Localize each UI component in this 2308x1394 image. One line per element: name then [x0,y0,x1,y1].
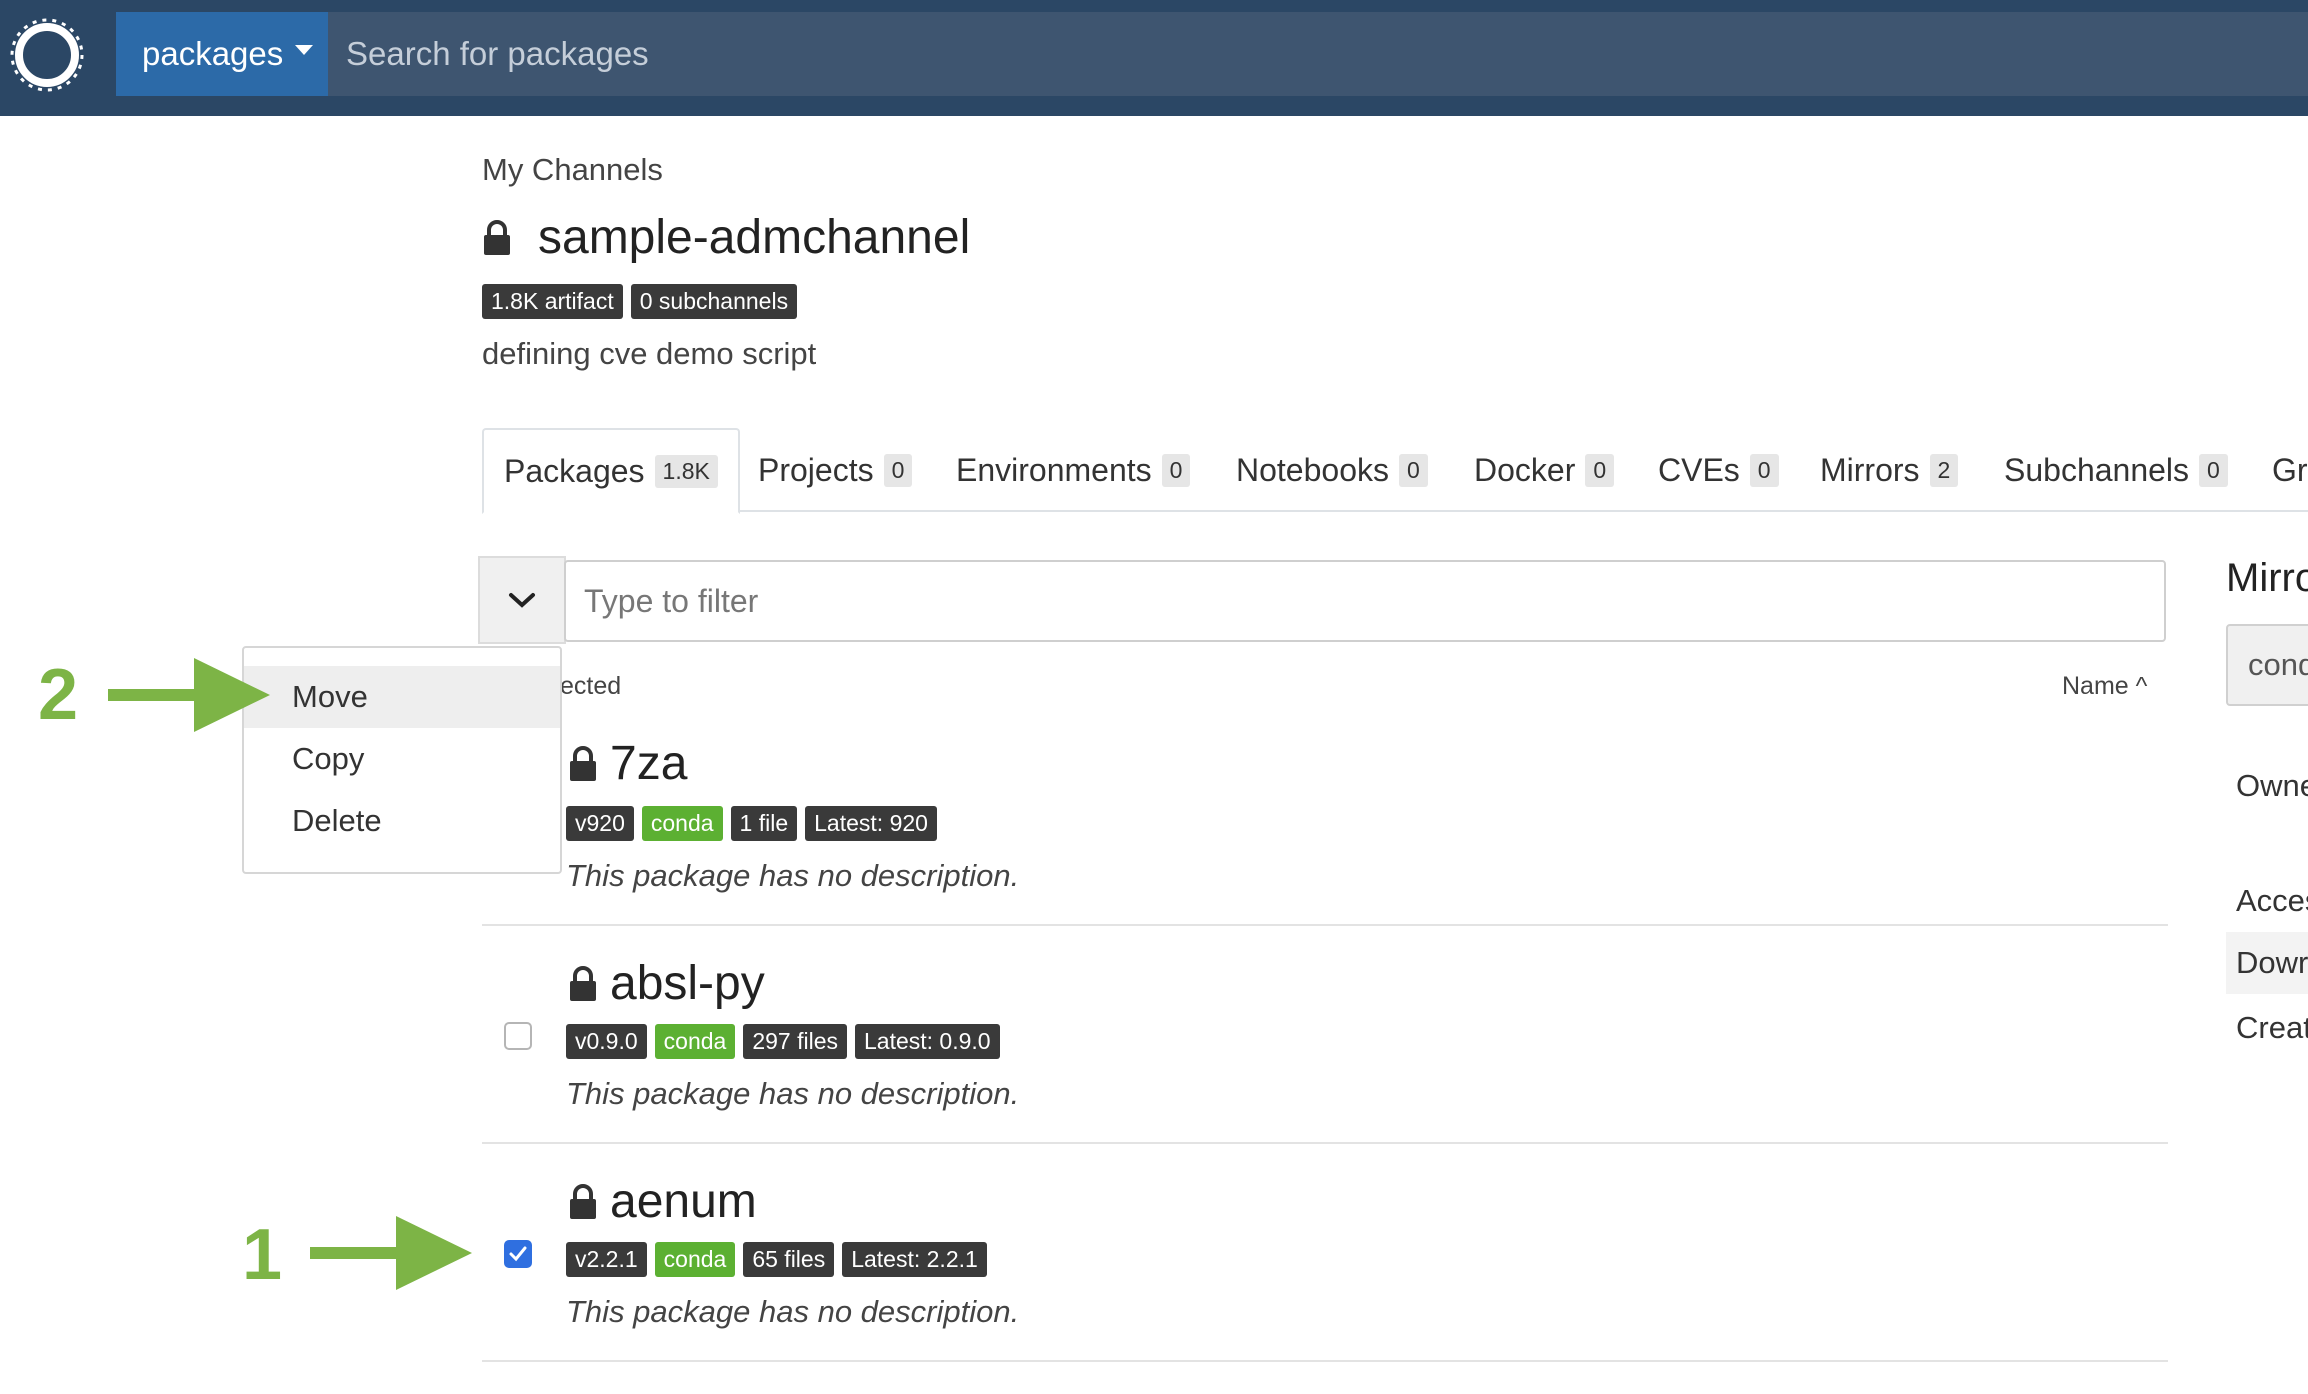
version-badge: v0.9.0 [566,1024,647,1059]
filter-input[interactable]: Type to filter [564,560,2166,642]
caret-down-icon [295,45,314,55]
package-title[interactable]: 7za [568,736,687,791]
tab-label: Notebooks [1236,451,1389,488]
latest-version-badge: Latest: 920 [805,806,937,841]
tab-label: Packages [504,452,645,489]
package-title[interactable]: aenum [568,1174,757,1229]
access-row-label: Acces [2236,883,2308,918]
packages-dropdown-label: packages [142,35,284,72]
package-checkbox-checked[interactable] [504,1240,532,1268]
tab-label: CVEs [1658,451,1740,488]
owner-row-label: Owne [2236,768,2308,803]
package-name: 7za [610,737,688,790]
channel-name: sample-admchannel [538,211,971,264]
step-1-label: 1 [242,1215,283,1295]
menu-item-copy[interactable]: Copy [244,728,560,790]
package-row: aenum v2.2.1 conda 65 files Latest: 2.2.… [482,1144,2168,1362]
tab-groups[interactable]: Gr [2272,428,2308,512]
tab-environments[interactable]: Environments 0 [956,428,1191,512]
chevron-down-icon [509,593,535,608]
bulk-actions-toggle-button[interactable] [478,556,566,644]
anaconda-logo-icon[interactable] [10,18,84,92]
channel-tabs: Packages 1.8K Projects 0 Environments 0 … [482,428,2308,514]
checkmark-icon [509,1246,527,1262]
package-description: This package has no description. [566,858,1020,893]
mirror-select[interactable]: cond [2226,624,2308,706]
subchannel-count-badge: 0 subchannels [630,284,798,319]
lock-icon [484,219,510,255]
package-checkbox[interactable] [504,1022,532,1050]
packages-dropdown-button[interactable]: packages [116,12,328,96]
step-2-label: 2 [38,655,79,735]
tab-notebooks[interactable]: Notebooks 0 [1236,428,1428,512]
tab-label: Projects [758,451,874,488]
tab-mirrors[interactable]: Mirrors 2 [1820,428,1959,512]
package-badges: v0.9.0 conda 297 files Latest: 0.9.0 [566,1024,1000,1059]
tab-packages[interactable]: Packages 1.8K [482,428,740,514]
channel-badges: 1.8K artifact 0 subchannels [482,284,798,319]
tab-count-badge: 0 [2199,453,2228,487]
step-2-arrow-icon [108,658,270,732]
package-badges: v2.2.1 conda 65 files Latest: 2.2.1 [566,1242,987,1277]
tab-count-badge: 0 [1585,453,1615,487]
created-row-label: Creat [2236,1010,2308,1045]
package-search-input[interactable]: Search for packages [328,12,2308,96]
breadcrumb[interactable]: My Channels [482,152,663,188]
tab-count-badge: 0 [1161,453,1191,487]
package-badges: v920 conda 1 file Latest: 920 [566,806,937,841]
tab-label: Docker [1474,451,1576,488]
bulk-actions-menu: Move Copy Delete [242,646,562,874]
mirrors-panel-title: Mirro [2226,556,2308,600]
top-navbar: packages Search for packages [0,0,2308,116]
tab-label: Gr [2272,451,2308,488]
tab-cves[interactable]: CVEs 0 [1658,428,1779,512]
file-count-badge: 1 file [730,806,798,841]
package-description: This package has no description. [566,1294,1020,1329]
selected-count-text: ected [560,672,622,700]
tab-count-badge: 0 [883,453,913,487]
sort-by-name-button[interactable]: Name ^ [2062,672,2147,701]
version-badge: v920 [566,806,634,841]
tab-count-badge: 1.8K [654,454,718,488]
package-search-placeholder: Search for packages [346,35,649,72]
package-row: absl-py v0.9.0 conda 297 files Latest: 0… [482,926,2168,1144]
lock-icon [570,745,596,781]
package-description: This package has no description. [566,1076,1020,1111]
file-count-badge: 65 files [743,1242,835,1277]
channel-description: defining cve demo script [482,336,817,371]
artifact-count-badge: 1.8K artifact [482,284,623,319]
tab-subchannels[interactable]: Subchannels 0 [2004,428,2228,512]
page-title: sample-admchannel [482,210,970,265]
tab-label: Mirrors [1820,451,1920,488]
conda-badge: conda [641,806,723,841]
tab-count-badge: 0 [1398,453,1428,487]
menu-item-delete[interactable]: Delete [244,790,560,852]
latest-version-badge: Latest: 0.9.0 [855,1024,1000,1059]
menu-item-move[interactable]: Move [244,666,560,728]
package-title[interactable]: absl-py [568,956,765,1011]
lock-icon [570,1183,596,1219]
conda-badge: conda [654,1024,736,1059]
tab-projects[interactable]: Projects 0 [758,428,913,512]
download-row-label: Dowr [2226,932,2308,994]
latest-version-badge: Latest: 2.2.1 [842,1242,987,1277]
tab-count-badge: 0 [1749,453,1779,487]
package-name: absl-py [610,957,765,1010]
tab-docker[interactable]: Docker 0 [1474,428,1615,512]
tab-count-badge: 2 [1929,453,1959,487]
package-name: aenum [610,1175,757,1228]
tab-label: Subchannels [2004,451,2190,488]
step-1-arrow-icon [310,1216,472,1290]
lock-icon [570,965,596,1001]
version-badge: v2.2.1 [566,1242,647,1277]
filter-placeholder: Type to filter [584,582,759,619]
tab-label: Environments [956,451,1152,488]
conda-badge: conda [654,1242,736,1277]
file-count-badge: 297 files [743,1024,847,1059]
package-row: 7za v920 conda 1 file Latest: 920 This p… [482,730,2168,926]
